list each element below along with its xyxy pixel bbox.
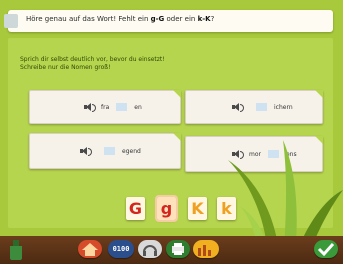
word-card[interactable]: fra en	[29, 90, 181, 124]
print-button[interactable]	[166, 240, 190, 258]
speaker-icon[interactable]	[84, 103, 96, 112]
stats-button[interactable]	[193, 240, 219, 258]
letter-gap[interactable]	[256, 103, 267, 111]
headphones-icon	[143, 245, 157, 256]
letter-gap[interactable]	[116, 103, 128, 111]
letter-gap[interactable]	[104, 147, 115, 155]
printer-icon	[172, 243, 184, 255]
word-line: ichern	[232, 91, 293, 123]
bar-chart-icon	[198, 245, 211, 256]
word-suffix: egend	[122, 147, 141, 155]
bottle-icon[interactable]	[6, 240, 26, 260]
checkmark-icon	[317, 242, 335, 257]
home-button[interactable]	[78, 240, 102, 258]
exercise-stage: Höre genau auf das Wort! Fehlt ein g-G o…	[0, 0, 343, 264]
word-line: egend	[80, 134, 141, 168]
speaker-icon[interactable]	[80, 147, 92, 156]
word-card[interactable]: ichern	[185, 90, 323, 124]
instruction-line: Sprich dir selbst deutlich vor, bevor du…	[20, 56, 165, 63]
check-button[interactable]	[314, 240, 338, 258]
score-counter: 0100	[108, 240, 134, 258]
letter-tile-k[interactable]: k	[217, 197, 236, 220]
speaker-icon[interactable]	[232, 103, 244, 112]
word-card[interactable]: egend	[29, 133, 181, 169]
instructions: Sprich dir selbst deutlich vor, bevor du…	[20, 56, 165, 72]
word-suffix: en	[134, 103, 142, 111]
task-bar: Höre genau auf das Wort! Fehlt ein g-G o…	[4, 10, 333, 32]
counter-value: 0100	[112, 245, 130, 253]
task-title: Höre genau auf das Wort! Fehlt ein g-G o…	[26, 15, 215, 23]
word-prefix: fra	[101, 103, 110, 111]
letter-tile-K[interactable]: K	[188, 197, 207, 220]
word-line: fra en	[84, 91, 142, 123]
headphones-button[interactable]	[138, 240, 162, 258]
home-icon	[82, 243, 98, 256]
letter-tile-g[interactable]: g	[155, 195, 178, 222]
word-suffix: ichern	[274, 103, 293, 111]
task-bar-cap	[4, 14, 18, 28]
instruction-line: Schreibe nur die Nomen groß!	[20, 64, 111, 71]
letter-tile-G[interactable]: G	[126, 197, 145, 220]
